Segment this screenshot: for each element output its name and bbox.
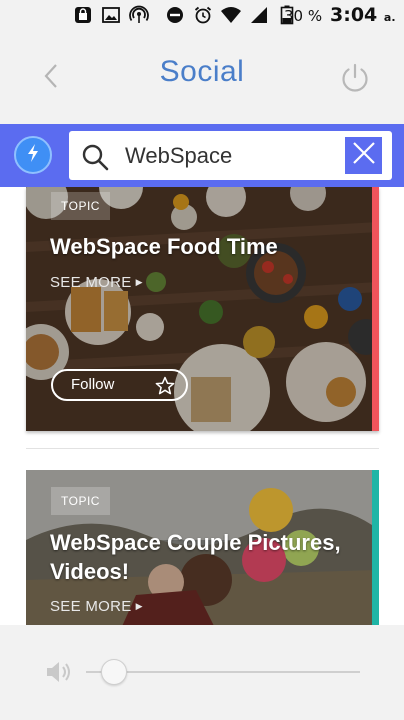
do-not-disturb-icon [164, 5, 186, 25]
search-input[interactable] [125, 131, 335, 180]
clock-time: 3:04 [330, 4, 378, 26]
topic-title[interactable]: WebSpace Couple Pictures, Videos! [50, 528, 360, 586]
battery-percentage: 30 % [284, 7, 323, 25]
clear-search-button[interactable] [345, 137, 382, 174]
hotspot-icon [128, 5, 150, 25]
card-divider [26, 448, 379, 449]
topic-card[interactable]: TOPIC WebSpace Couple Pictures, Videos! … [26, 470, 379, 625]
see-more-link[interactable]: SEE MORE ▶ [50, 274, 143, 291]
volume-slider-track[interactable] [86, 671, 360, 673]
topic-tag: TOPIC [51, 487, 110, 515]
power-button[interactable] [338, 61, 372, 95]
topic-title[interactable]: WebSpace Food Time [50, 232, 360, 261]
status-bar: 30 % 3:04 a. m. [0, 0, 404, 46]
media-footer [0, 625, 404, 720]
see-more-label: SEE MORE [50, 274, 132, 291]
shopping-bag-icon [72, 5, 94, 25]
caret-right-icon: ▶ [135, 601, 143, 611]
alarm-icon [192, 5, 214, 25]
topic-card[interactable]: TOPIC WebSpace Food Time SEE MORE ▶ Foll… [26, 187, 379, 431]
topic-feed[interactable]: TOPIC WebSpace Food Time SEE MORE ▶ Foll… [0, 187, 404, 625]
search-bar [0, 124, 404, 187]
lightning-bolt-icon [25, 143, 41, 168]
search-box [69, 131, 392, 180]
card-accent-bar [372, 187, 379, 431]
signal-icon [248, 5, 270, 25]
app-header: Social [0, 31, 404, 124]
flash-button[interactable] [14, 136, 52, 174]
caret-right-icon: ▶ [135, 277, 143, 287]
power-icon [338, 63, 372, 99]
close-icon [352, 141, 376, 170]
speaker-icon[interactable] [44, 657, 74, 687]
wifi-icon [220, 5, 242, 25]
follow-button[interactable]: Follow [51, 369, 188, 401]
see-more-label: SEE MORE [50, 598, 132, 615]
topic-tag: TOPIC [51, 192, 110, 220]
image-icon [100, 5, 122, 25]
search-icon [81, 143, 109, 171]
star-icon [155, 376, 175, 396]
follow-label: Follow [71, 376, 115, 393]
volume-slider-thumb[interactable] [101, 659, 127, 685]
card-accent-bar [372, 470, 379, 625]
see-more-link[interactable]: SEE MORE ▶ [50, 598, 143, 615]
